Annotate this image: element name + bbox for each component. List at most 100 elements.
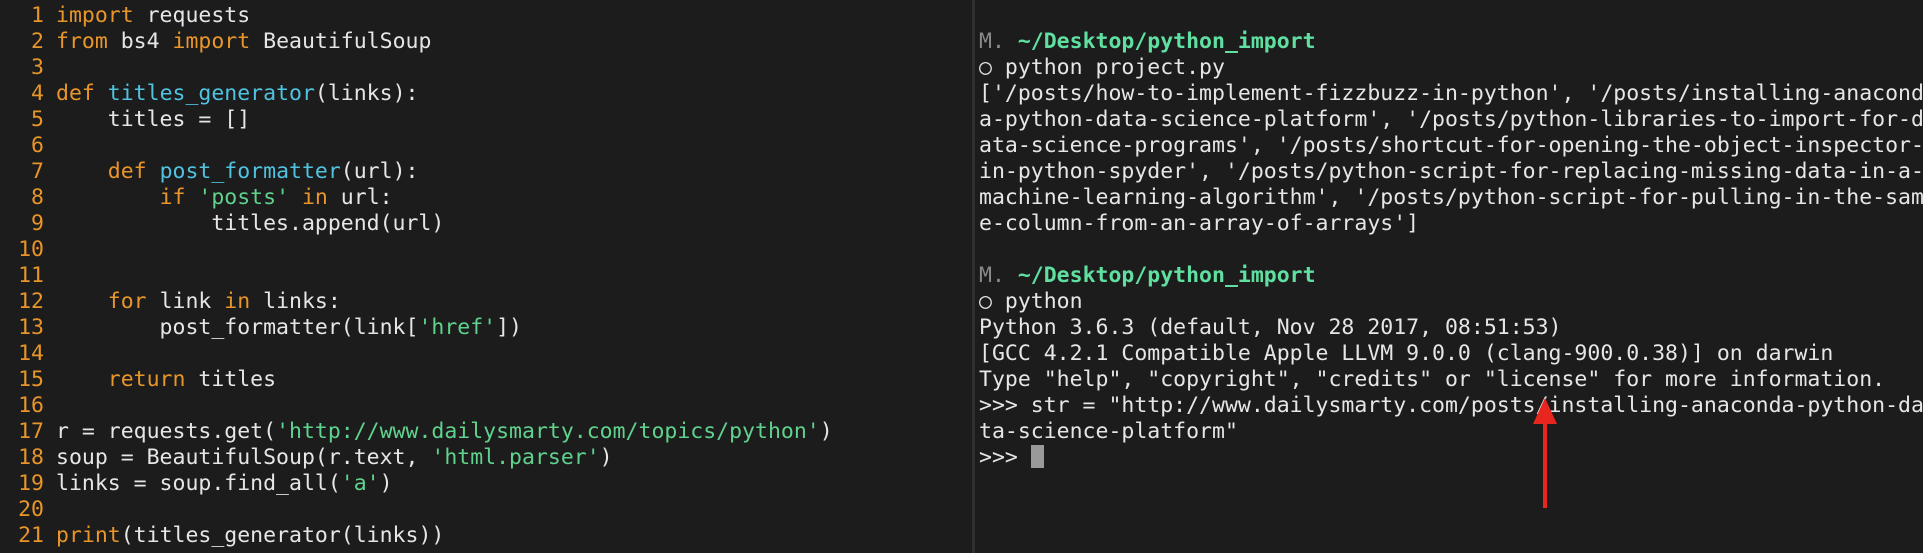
code-line: 15 return titles xyxy=(0,367,276,393)
line-number: 6 xyxy=(31,133,44,158)
code-token: from xyxy=(56,29,108,54)
output-line: Python 3.6.3 (default, Nov 28 2017, 08:5… xyxy=(979,315,1562,340)
repl-input-line[interactable]: >>> xyxy=(979,445,1044,471)
prompt-path: ~/Desktop/python_import xyxy=(1017,263,1316,288)
line-number: 9 xyxy=(31,211,44,236)
code-token: 'a' xyxy=(340,471,380,496)
code-line: 7 def post_formatter(url): xyxy=(0,159,418,185)
code-token: soup = BeautifulSoup(r.text, xyxy=(56,445,432,470)
code-line: 1 import requests xyxy=(0,3,250,29)
code-token: requests xyxy=(133,3,251,28)
output-line: e-column-from-an-array-of-arrays'] xyxy=(979,211,1420,236)
code-token: import xyxy=(56,3,134,28)
code-line: 13 post_formatter(link['href']) xyxy=(0,315,522,341)
code-token: url: xyxy=(327,185,393,210)
code-token: if xyxy=(159,185,186,210)
line-number: 12 xyxy=(18,289,44,314)
code-line: 6 xyxy=(0,133,56,159)
code-token: in xyxy=(224,289,251,314)
line-number: 21 xyxy=(18,523,44,548)
code-token: links: xyxy=(250,289,341,314)
line-number: 19 xyxy=(18,471,44,496)
line-number: 7 xyxy=(31,159,44,184)
line-number: 3 xyxy=(31,55,44,80)
line-number: 20 xyxy=(18,497,44,522)
code-token: post_formatter(link[ xyxy=(56,315,419,340)
code-token: return xyxy=(107,367,186,392)
code-line: 12 for link in links: xyxy=(0,289,341,315)
code-token: r = requests.get( xyxy=(56,419,277,444)
code-line: 16 xyxy=(0,393,56,419)
code-token: (titles_generator(links)) xyxy=(120,523,445,548)
code-token: def xyxy=(107,159,147,184)
code-line: 2 from bs4 import BeautifulSoup xyxy=(0,29,431,55)
code-token: post_formatter xyxy=(159,159,341,184)
prompt-prefix: M. xyxy=(979,29,1005,54)
line-number: 8 xyxy=(31,185,44,210)
command-line-2: ○ python xyxy=(979,289,1083,314)
code-token: ]) xyxy=(496,315,522,340)
code-token: titles = [] xyxy=(56,107,251,132)
output-line: in-python-spyder', '/posts/python-script… xyxy=(979,159,1923,184)
annotation-arrow-icon xyxy=(1533,398,1557,508)
code-token: titles_generator xyxy=(107,81,315,106)
code-editor-pane[interactable]: 1 import requests 2 from bs4 import Beautif… xyxy=(0,0,972,553)
line-number: 1 xyxy=(31,3,44,28)
line-number: 4 xyxy=(31,81,44,106)
code-token: ) xyxy=(379,471,393,496)
code-token: print xyxy=(56,523,121,548)
output-line: [GCC 4.2.1 Compatible Apple LLVM 9.0.0 (… xyxy=(979,341,1834,366)
output-line: a-python-data-science-platform', '/posts… xyxy=(979,107,1923,132)
line-number: 15 xyxy=(18,367,44,392)
code-line: 8 if 'posts' in url: xyxy=(0,185,393,211)
code-line: 10 xyxy=(0,237,56,263)
line-number: 17 xyxy=(18,419,44,444)
code-line: 4 def titles_generator(links): xyxy=(0,81,418,107)
output-line: Type "help", "copyright", "credits" or "… xyxy=(979,367,1886,392)
code-line: 17 r = requests.get('http://www.dailysmar… xyxy=(0,419,833,445)
output-line: ta-science-platform" xyxy=(979,419,1238,444)
line-number: 2 xyxy=(31,29,44,54)
code-token: ) xyxy=(599,445,613,470)
code-token: titles.append(url) xyxy=(56,211,445,236)
code-token: 'posts' xyxy=(198,185,290,210)
code-token: 'href' xyxy=(418,315,497,340)
line-number: 11 xyxy=(18,263,44,288)
terminal-pane[interactable]: M. ~/Desktop/python_import ○ python proj… xyxy=(975,0,1923,553)
code-line: 20 xyxy=(0,497,56,523)
code-token: def xyxy=(56,81,95,106)
line-number: 14 xyxy=(18,341,44,366)
code-token: 'http://www.dailysmarty.com/topics/pytho… xyxy=(276,419,820,444)
code-line: 14 xyxy=(0,341,56,367)
code-line: 19 links = soup.find_all('a') xyxy=(0,471,393,497)
code-token: bs4 xyxy=(107,29,173,54)
code-line: 5 titles = [] xyxy=(0,107,250,133)
code-token: links = soup.find_all( xyxy=(56,471,341,496)
prompt-path: ~/Desktop/python_import xyxy=(1017,29,1316,54)
code-token: titles xyxy=(185,367,277,392)
code-token: link xyxy=(146,289,225,314)
output-line: >>> str = "http://www.dailysmarty.com/po… xyxy=(979,393,1923,418)
code-token: (url): xyxy=(340,159,419,184)
code-line: 9 titles.append(url) xyxy=(0,211,444,237)
output-line: ['/posts/how-to-implement-fizzbuzz-in-py… xyxy=(979,81,1923,106)
code-token: BeautifulSoup xyxy=(250,29,432,54)
line-number: 5 xyxy=(31,107,44,132)
prompt-line-1: M. ~/Desktop/python_import xyxy=(979,29,1316,55)
code-token: for xyxy=(107,289,147,314)
code-line: 18 soup = BeautifulSoup(r.text, 'html.par… xyxy=(0,445,613,471)
prompt-prefix: M. xyxy=(979,263,1005,288)
line-number: 13 xyxy=(18,315,44,340)
command-line-1: ○ python project.py xyxy=(979,55,1225,80)
code-token: in xyxy=(301,185,328,210)
output-line: machine-learning-algorithm', '/posts/pyt… xyxy=(979,185,1923,210)
repl-prompt: >>> xyxy=(979,445,1031,470)
code-line: 3 xyxy=(0,55,56,81)
line-number: 16 xyxy=(18,393,44,418)
